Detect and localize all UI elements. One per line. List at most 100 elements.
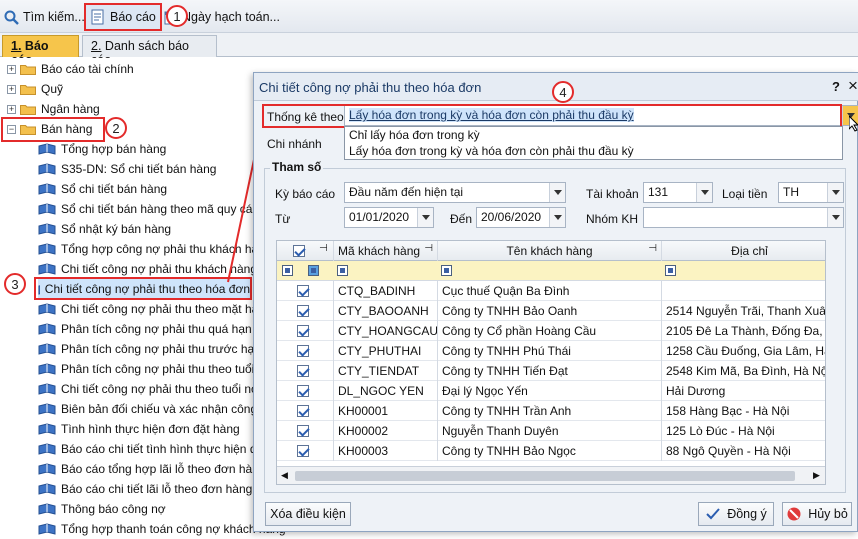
table-row[interactable]: KH00003 Công ty TNHH Bảo Ngọc 88 Ngô Quyền… xyxy=(277,441,825,461)
cell-name: Công ty TNHH Bảo Oanh xyxy=(438,301,662,321)
filter-icon[interactable] xyxy=(282,265,293,276)
row-checkbox[interactable] xyxy=(297,385,309,397)
header-check-cell: ⊣ xyxy=(277,241,334,261)
cell-addr: 158 Hàng Bạc - Hà Nội xyxy=(666,404,790,418)
cell-name: Công ty TNHH Tiến Đạt xyxy=(438,361,662,381)
row-checkbox[interactable] xyxy=(297,325,309,337)
help-icon[interactable]: ? xyxy=(832,79,840,94)
thongke-dropdown: Chỉ lấy hóa đơn trong kỳ Lấy hóa đơn tro… xyxy=(344,126,843,160)
row-checkbox[interactable] xyxy=(297,425,309,437)
row-check-cell xyxy=(277,381,334,401)
cell-code: CTQ_BADINH xyxy=(334,281,438,301)
row-check-cell xyxy=(277,341,334,361)
chevron-down-icon[interactable] xyxy=(827,208,843,227)
table-row[interactable]: CTY_BAOOANH Công ty TNHH Bảo Oanh 2514 Ngu… xyxy=(277,301,826,321)
row-checkbox[interactable] xyxy=(297,285,309,297)
table-row[interactable]: KH00002 Nguyễn Thanh Duyên 125 Lò Đúc - Hà… xyxy=(277,421,825,441)
cell-addr: 125 Lò Đúc - Hà Nội xyxy=(666,424,775,438)
table-row[interactable]: DL_NGOC YEN Đại lý Ngọc Yến Hải Dương xyxy=(277,381,825,401)
col-name-header[interactable]: Tên khách hàng ⊣ xyxy=(438,241,662,261)
close-icon[interactable]: × xyxy=(848,76,858,96)
cell-code: KH00003 xyxy=(334,441,438,461)
customer-grid: ⊣ Mã khách hàng ⊣ Tên khách hàng ⊣ Địa c… xyxy=(276,240,826,485)
row-checkbox[interactable] xyxy=(297,305,309,317)
filter-icon[interactable] xyxy=(441,265,452,276)
cell-code: DL_NGOC YEN xyxy=(334,381,438,401)
tu-date-input[interactable]: 01/01/2020 xyxy=(344,207,434,228)
cell-code: CTY_TIENDAT xyxy=(334,361,438,381)
loaitien-select[interactable]: TH xyxy=(778,182,844,203)
cell-addr: 2514 Nguyễn Trãi, Thanh Xuân, xyxy=(666,304,826,318)
table-row[interactable]: KH00001 Công ty TNHH Trần Anh 158 Hàng Bạc… xyxy=(277,401,825,421)
pin-icon: ⊣ xyxy=(424,243,433,254)
pin-icon: ⊣ xyxy=(319,243,328,254)
chevron-down-icon[interactable] xyxy=(549,208,565,227)
scroll-right-icon[interactable]: ▶ xyxy=(813,470,820,481)
table-row[interactable]: CTY_PHUTHAI Công ty TNHH Phú Thái 1258 Cầu… xyxy=(277,341,825,361)
cell-code: CTY_BAOOANH xyxy=(334,301,438,321)
taikhoan-select[interactable]: 131 xyxy=(643,182,713,203)
kybaocao-select[interactable]: Đầu năm đến hiện tại xyxy=(344,182,566,203)
loaitien-label: Loại tiền xyxy=(722,187,768,201)
row-check-cell xyxy=(277,321,334,341)
check-icon xyxy=(706,508,720,520)
scroll-left-icon[interactable]: ◀ xyxy=(281,470,288,481)
grid-filter-row xyxy=(277,261,825,281)
dropdown-option[interactable]: Lấy hóa đơn trong kỳ và hóa đơn còn phải… xyxy=(345,143,842,159)
cell-code: CTY_HOANGCAU xyxy=(334,321,438,341)
dialog-title: Chi tiết công nợ phải thu theo hóa đơn xyxy=(259,80,482,95)
row-checkbox[interactable] xyxy=(297,405,309,417)
row-check-cell xyxy=(277,301,334,321)
row-checkbox[interactable] xyxy=(297,345,309,357)
row-check-cell xyxy=(277,421,334,441)
cell-name: Công ty TNHH Trần Anh xyxy=(438,401,662,421)
row-checkbox[interactable] xyxy=(297,445,309,457)
nhomkh-label: Nhóm KH xyxy=(586,212,639,226)
cancel-button[interactable]: Hủy bỏ xyxy=(782,502,852,526)
highlight-thongke xyxy=(262,104,842,128)
horizontal-scrollbar[interactable]: ◀ ▶ xyxy=(277,466,825,484)
chevron-down-icon[interactable] xyxy=(827,183,843,202)
dropdown-option[interactable]: Chỉ lấy hóa đơn trong kỳ xyxy=(345,127,842,143)
nhomkh-select[interactable] xyxy=(643,207,844,228)
row-check-cell xyxy=(277,401,334,421)
step-marker-4: 4 xyxy=(552,81,574,103)
table-row[interactable]: CTY_TIENDAT Công ty TNHH Tiến Đạt 2548 Kim… xyxy=(277,361,826,381)
cell-name: Công ty TNHH Phú Thái xyxy=(438,341,662,361)
row-check-cell xyxy=(277,441,334,461)
row-checkbox[interactable] xyxy=(297,365,309,377)
clear-conditions-button[interactable]: Xóa điều kiện xyxy=(265,502,351,526)
taikhoan-label: Tài khoản xyxy=(586,187,639,201)
pin-icon: ⊣ xyxy=(648,243,657,254)
scroll-thumb[interactable] xyxy=(295,471,795,481)
cancel-icon xyxy=(787,507,801,521)
cell-addr: 88 Ngô Quyền - Hà Nội xyxy=(666,444,791,458)
cell-code: KH00001 xyxy=(334,401,438,421)
table-row[interactable]: CTY_HOANGCAU Công ty Cổ phần Hoàng Cầu 210… xyxy=(277,321,825,341)
chinhanh-label: Chi nhánh xyxy=(267,137,322,151)
den-label: Đến xyxy=(450,212,473,226)
mouse-cursor-icon xyxy=(849,116,858,132)
cell-name: Công ty TNHH Bảo Ngọc xyxy=(438,441,662,461)
cell-code: CTY_PHUTHAI xyxy=(334,341,438,361)
row-check-cell xyxy=(277,281,334,301)
filter-icon[interactable] xyxy=(665,265,676,276)
chevron-down-icon[interactable] xyxy=(549,183,565,202)
filter-icon[interactable] xyxy=(308,265,319,276)
col-addr-header[interactable]: Địa chỉ xyxy=(662,241,825,261)
cell-addr: Hải Dương xyxy=(666,384,726,398)
cell-addr: 1258 Cầu Đuống, Gia Lâm, Hà Nội xyxy=(666,344,825,358)
cell-name: Nguyễn Thanh Duyên xyxy=(438,421,662,441)
ok-button[interactable]: Đồng ý xyxy=(698,502,774,526)
cell-addr: 2548 Kim Mã, Ba Đình, Hà Nội xyxy=(666,364,826,378)
chevron-down-icon[interactable] xyxy=(696,183,712,202)
select-all-checkbox[interactable] xyxy=(293,245,305,257)
col-code-header[interactable]: Mã khách hàng ⊣ xyxy=(334,241,438,261)
chevron-down-icon[interactable] xyxy=(417,208,433,227)
table-row[interactable]: CTQ_BADINH Cục thuế Quận Ba Đình xyxy=(277,281,825,301)
cell-name: Cục thuế Quận Ba Đình xyxy=(438,281,662,301)
den-date-input[interactable]: 20/06/2020 xyxy=(476,207,566,228)
filter-icon[interactable] xyxy=(337,265,348,276)
cell-code: KH00002 xyxy=(334,421,438,441)
tu-label: Từ xyxy=(275,212,291,226)
